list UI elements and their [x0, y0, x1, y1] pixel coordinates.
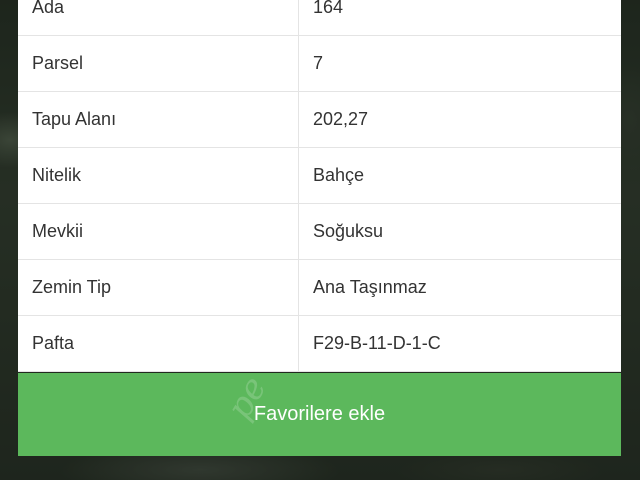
parcel-info-panel: Ada 164 Parsel 7 Tapu Alanı 202,27 Nitel… [18, 0, 621, 372]
row-key: Zemin Tip [18, 259, 299, 316]
table-row-pafta: Pafta F29-B-11-D-1-C [18, 315, 621, 372]
row-value: Soğuksu [298, 203, 621, 260]
table-row-mevkii: Mevkii Soğuksu [18, 203, 621, 260]
row-key: Mevkii [18, 203, 299, 260]
add-to-favorites-button[interactable]: Favorilere ekle [18, 373, 621, 456]
row-value: 7 [298, 35, 621, 92]
table-row-nitelik: Nitelik Bahçe [18, 147, 621, 204]
table-row-ada: Ada 164 [18, 0, 621, 36]
row-key: Pafta [18, 315, 299, 372]
row-key: Ada [18, 0, 299, 36]
row-value: Bahçe [298, 147, 621, 204]
row-key: Parsel [18, 35, 299, 92]
parcel-info-table: Ada 164 Parsel 7 Tapu Alanı 202,27 Nitel… [18, 0, 621, 372]
row-value: Ana Taşınmaz [298, 259, 621, 316]
table-row-tapu-alani: Tapu Alanı 202,27 [18, 91, 621, 148]
row-key: Nitelik [18, 147, 299, 204]
row-value: 164 [298, 0, 621, 36]
row-value: 202,27 [298, 91, 621, 148]
table-row-parsel: Parsel 7 [18, 35, 621, 92]
row-key: Tapu Alanı [18, 91, 299, 148]
table-row-zemin-tip: Zemin Tip Ana Taşınmaz [18, 259, 621, 316]
row-value: F29-B-11-D-1-C [298, 315, 621, 372]
